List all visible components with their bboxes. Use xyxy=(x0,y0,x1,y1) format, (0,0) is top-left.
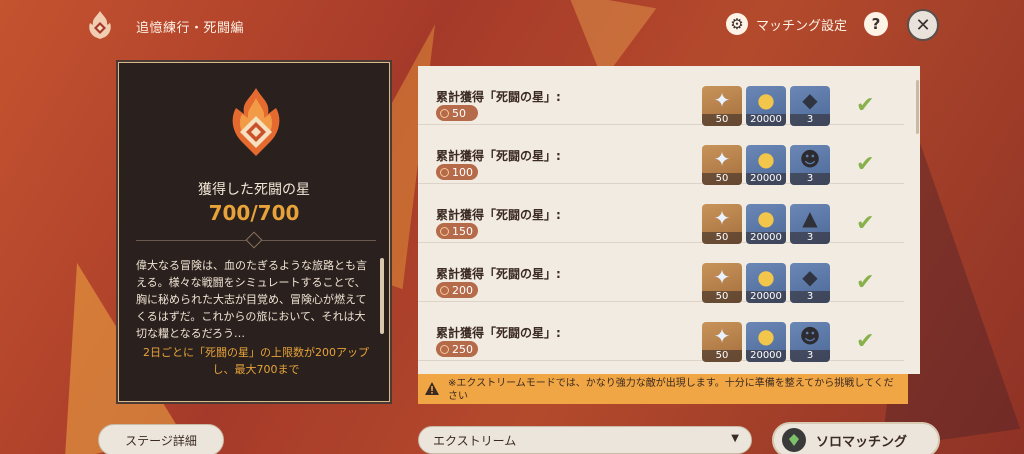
warning-icon xyxy=(425,382,439,395)
reward-row: 累計獲得「死闘の星」: 250 ✦ 50 ● 20000 ☻ 3 ✔ xyxy=(418,302,904,362)
reward-row: 累計獲得「死闘の星」: 200 ✦ 50 ● 20000 ◆ 3 ✔ xyxy=(418,243,904,303)
reward-item[interactable]: ● 20000 xyxy=(746,322,786,362)
reward-item[interactable]: ◆ 3 xyxy=(790,263,830,303)
reward-item-quantity: 50 xyxy=(702,350,742,362)
star-summary-panel: 獲得した死闘の星 700/700 偉大なる冒険は、血のたぎるような旅路とも言える… xyxy=(116,60,392,404)
solo-matching-icon xyxy=(782,428,806,452)
reward-row-label: 累計獲得「死闘の星」: xyxy=(436,208,561,222)
star-threshold-badge: 250 xyxy=(436,341,478,357)
reward-item[interactable]: ☻ 3 xyxy=(790,145,830,185)
flame-star-emblem-icon xyxy=(232,88,280,156)
reward-items: ✦ 50 ● 20000 ◆ 3 xyxy=(702,263,830,303)
solo-matching-button[interactable]: ソロマッチング xyxy=(772,422,940,454)
reward-items: ✦ 50 ● 20000 ☻ 3 xyxy=(702,145,830,185)
reward-item[interactable]: ▲ 3 xyxy=(790,204,830,244)
reward-row-label: 累計獲得「死闘の星」: xyxy=(436,90,561,104)
checkmark-icon: ✔ xyxy=(856,211,875,236)
description-scrollbar[interactable] xyxy=(380,258,384,334)
star-threshold-badge: 100 xyxy=(436,164,478,180)
mora-icon: ● xyxy=(757,206,775,230)
star-threshold-value: 200 xyxy=(452,283,473,297)
star-threshold-badge: 150 xyxy=(436,223,478,239)
reward-item[interactable]: ✦ 50 xyxy=(702,204,742,244)
reward-item[interactable]: ✦ 50 xyxy=(702,263,742,303)
stars-obtained-heading: 獲得した死闘の星 xyxy=(198,182,310,198)
mora-icon: ● xyxy=(757,88,775,112)
primogem-icon: ✦ xyxy=(713,88,731,112)
help-button[interactable]: ? xyxy=(864,12,888,36)
reward-row: 累計獲得「死闘の星」: 100 ✦ 50 ● 20000 ☻ 3 ✔ xyxy=(418,125,904,185)
matching-settings-button[interactable]: ⚙ マッチング設定 xyxy=(726,13,847,35)
mask-icon: ☻ xyxy=(799,324,821,348)
reward-items: ✦ 50 ● 20000 ◆ 3 xyxy=(702,86,830,126)
matching-settings-label: マッチング設定 xyxy=(756,18,848,34)
horn-icon: ▲ xyxy=(802,206,818,230)
checkmark-icon: ✔ xyxy=(856,93,875,118)
chevron-down-icon: ▼ xyxy=(731,433,739,444)
star-icon xyxy=(440,108,449,118)
star-icon xyxy=(440,167,449,177)
checkmark-icon: ✔ xyxy=(856,329,875,354)
star-threshold-value: 150 xyxy=(452,224,473,238)
reward-item[interactable]: ● 20000 xyxy=(746,204,786,244)
warning-text: ※エクストリームモードでは、かなり強力な敵が出現します。十分に準備を整えてから挑… xyxy=(448,378,894,402)
star-icon xyxy=(440,226,449,236)
reward-row-label: 累計獲得「死闘の星」: xyxy=(436,326,561,340)
gear-icon: ⚙ xyxy=(726,13,748,35)
reward-item-quantity: 3 xyxy=(790,350,830,362)
reward-row: 累計獲得「死闘の星」: 150 ✦ 50 ● 20000 ▲ 3 ✔ xyxy=(418,184,904,244)
top-bar: 追憶練行・死闘編 ⚙ マッチング設定 ? ✕ xyxy=(0,0,1024,52)
checkmark-icon: ✔ xyxy=(856,270,875,295)
mask-icon: ☻ xyxy=(799,147,821,171)
ore-icon: ◆ xyxy=(802,265,818,289)
primogem-icon: ✦ xyxy=(713,147,731,171)
reward-items: ✦ 50 ● 20000 ▲ 3 xyxy=(702,204,830,244)
star-icon xyxy=(440,285,449,295)
primogem-icon: ✦ xyxy=(713,265,731,289)
event-logo-icon xyxy=(89,11,111,39)
primogem-icon: ✦ xyxy=(713,324,731,348)
solo-matching-label: ソロマッチング xyxy=(816,434,908,450)
reward-row-label: 累計獲得「死闘の星」: xyxy=(436,267,561,281)
mora-icon: ● xyxy=(757,265,775,289)
close-button[interactable]: ✕ xyxy=(907,9,939,41)
reward-item[interactable]: ● 20000 xyxy=(746,86,786,126)
primogem-icon: ✦ xyxy=(713,206,731,230)
star-icon xyxy=(440,344,449,354)
ore-icon: ◆ xyxy=(802,88,818,112)
star-threshold-badge: 50 xyxy=(436,105,478,121)
reward-item[interactable]: ● 20000 xyxy=(746,263,786,303)
star-threshold-value: 50 xyxy=(452,106,466,120)
reward-item[interactable]: ✦ 50 xyxy=(702,145,742,185)
reward-item[interactable]: ● 20000 xyxy=(746,145,786,185)
difficulty-mode-select[interactable]: エクストリーム ▼ xyxy=(418,426,752,454)
reward-item[interactable]: ◆ 3 xyxy=(790,86,830,126)
stars-obtained-count: 700/700 xyxy=(208,201,300,225)
reward-items: ✦ 50 ● 20000 ☻ 3 xyxy=(702,322,830,362)
star-threshold-badge: 200 xyxy=(436,282,478,298)
reward-row-label: 累計獲得「死闘の星」: xyxy=(436,149,561,163)
reward-list-scrollbar[interactable] xyxy=(916,80,919,134)
reward-list: 累計獲得「死闘の星」: 50 ✦ 50 ● 20000 ◆ 3 ✔ 累計獲得「死闘の星」: 100 ✦… xyxy=(418,66,920,374)
extreme-mode-warning: ※エクストリームモードでは、かなり強力な敵が出現します。十分に準備を整えてから挑… xyxy=(418,374,908,404)
star-threshold-value: 100 xyxy=(452,165,473,179)
divider-ornament xyxy=(245,231,263,249)
checkmark-icon: ✔ xyxy=(856,152,875,177)
reward-item[interactable]: ✦ 50 xyxy=(702,322,742,362)
event-description: 偉大なる冒険は、血のたぎるような旅路とも言える。様々な戦闘をシミュレートすること… xyxy=(136,259,367,340)
reward-item[interactable]: ✦ 50 xyxy=(702,86,742,126)
star-threshold-value: 250 xyxy=(452,342,473,356)
reward-row: 累計獲得「死闘の星」: 50 ✦ 50 ● 20000 ◆ 3 ✔ xyxy=(418,66,904,126)
reward-item[interactable]: ☻ 3 xyxy=(790,322,830,362)
reward-item-quantity: 20000 xyxy=(746,350,786,362)
mora-icon: ● xyxy=(757,147,775,171)
stage-details-button[interactable]: ステージ詳細 xyxy=(98,424,224,454)
difficulty-mode-value: エクストリーム xyxy=(433,433,517,448)
mora-icon: ● xyxy=(757,324,775,348)
page-title: 追憶練行・死闘編 xyxy=(136,21,245,36)
star-limit-note: 2日ごとに「死闘の星」の上限数が200アップし、最大700まで xyxy=(143,346,369,376)
